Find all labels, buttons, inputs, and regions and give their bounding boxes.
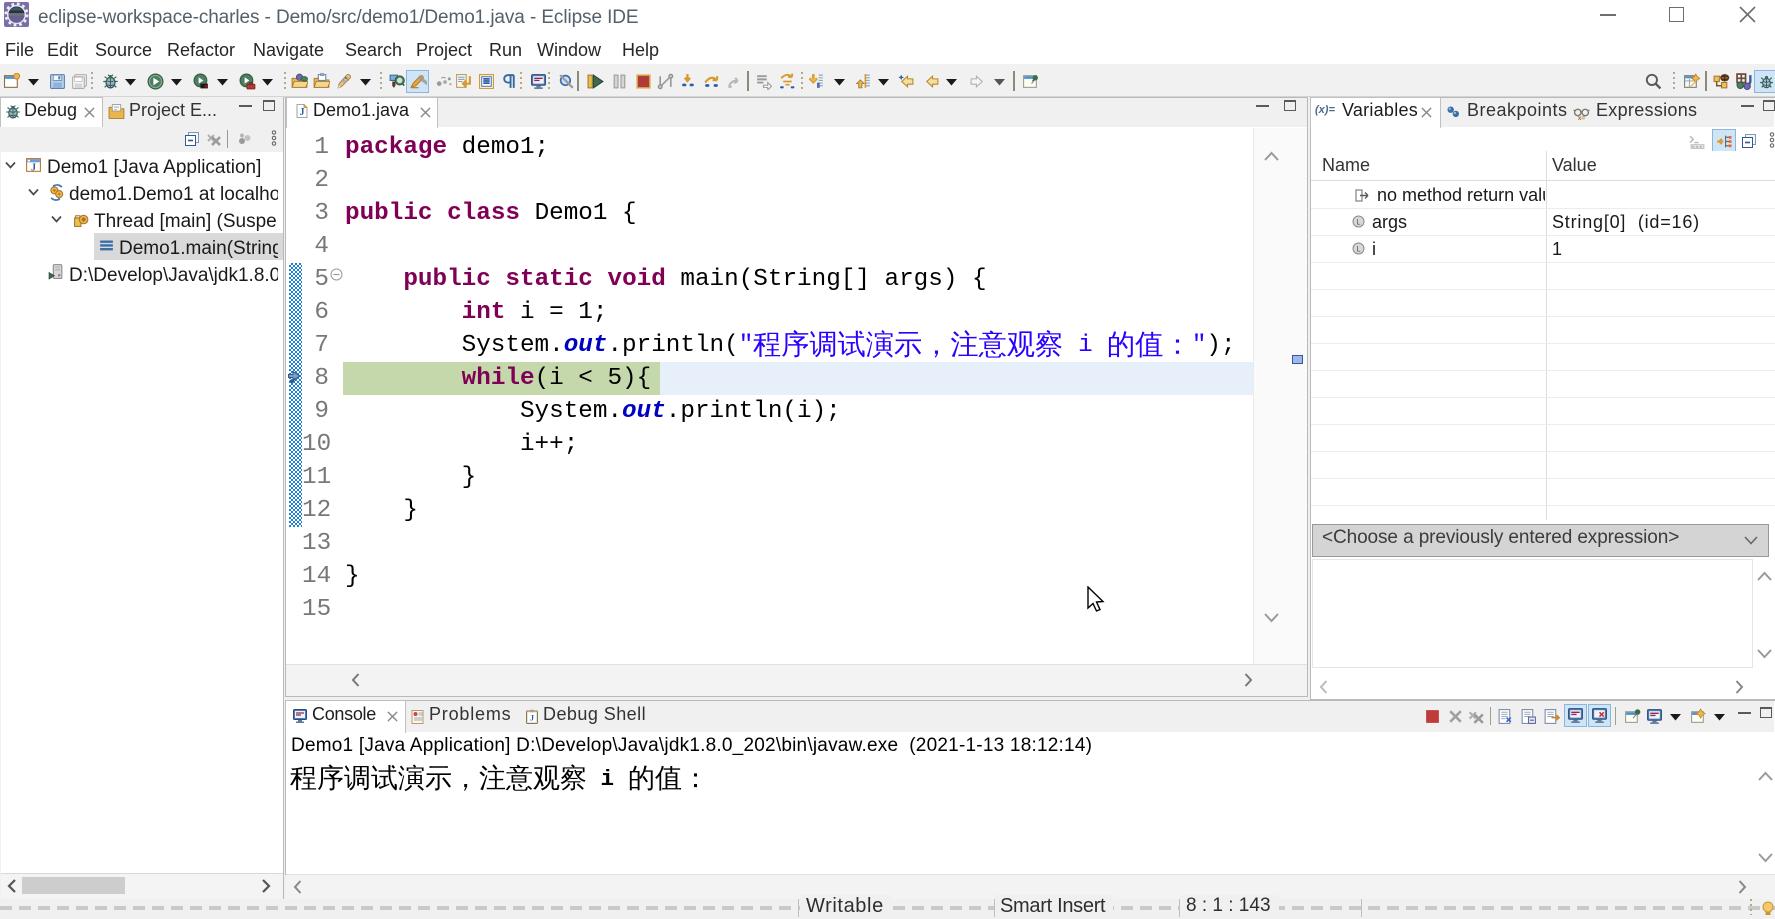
svg-text:x=: x= (1578, 115, 1586, 121)
svg-text:L: L (1356, 246, 1361, 255)
svg-text:J: J (530, 714, 534, 723)
svg-text:J: J (300, 107, 305, 118)
svg-text:J: J (31, 162, 36, 173)
svg-text:L: L (1356, 219, 1361, 228)
